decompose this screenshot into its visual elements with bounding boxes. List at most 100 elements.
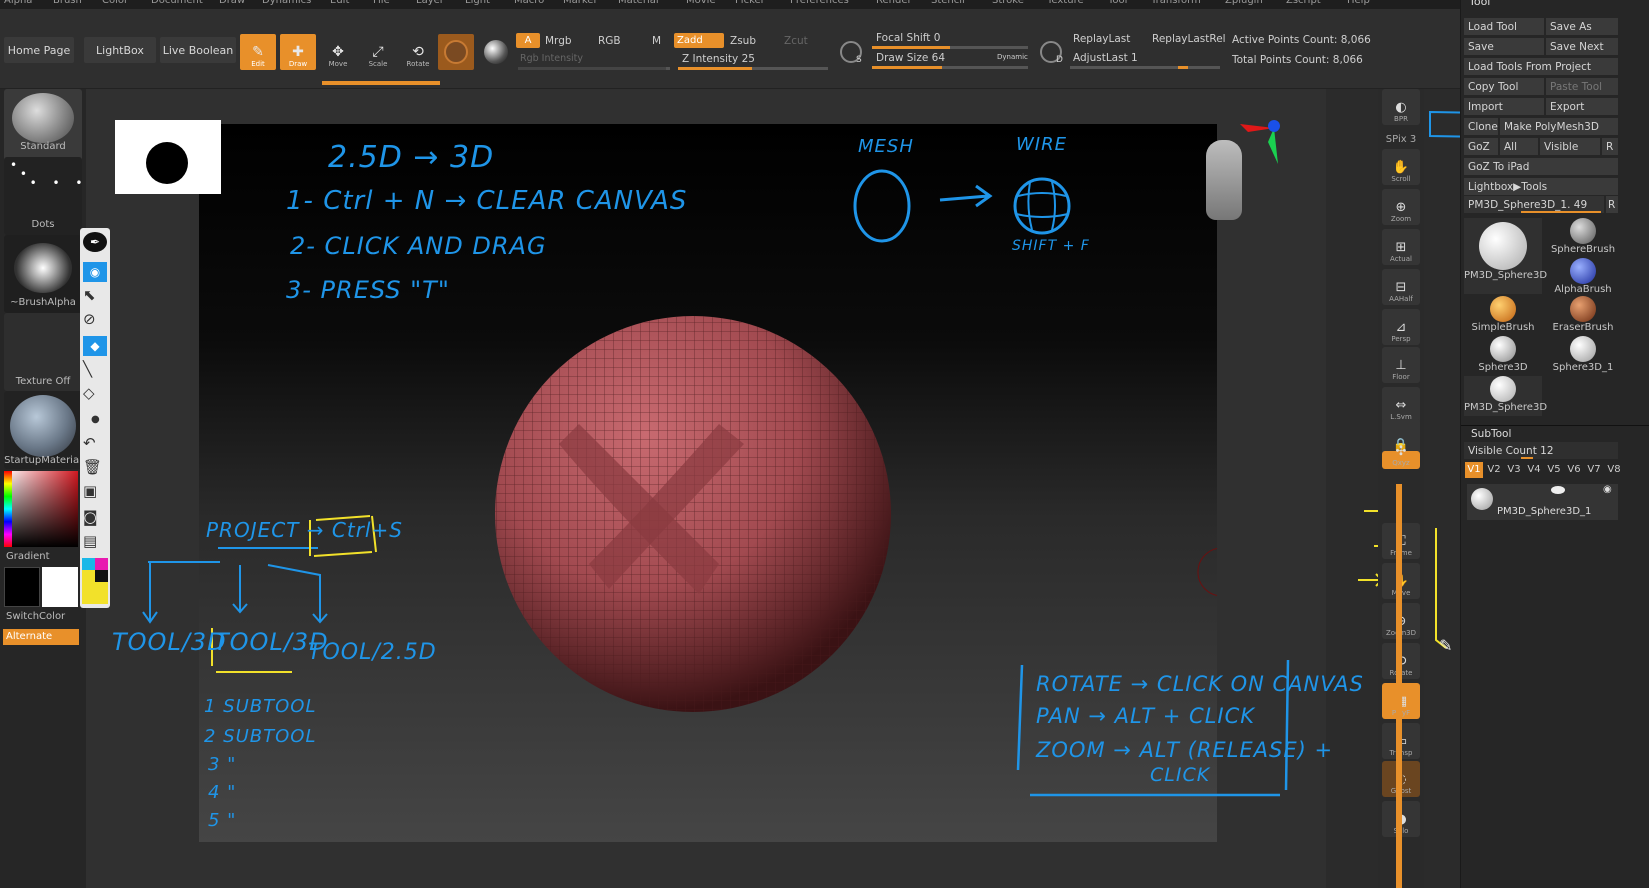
rgb-intensity-label[interactable]: Rgb Intensity xyxy=(520,53,583,64)
line-icon[interactable]: ╲ xyxy=(83,360,92,378)
pen-icon[interactable]: ✒ xyxy=(83,232,107,252)
zoom-button[interactable]: ⊕ Zoom xyxy=(1382,189,1420,225)
tool-tile-sphere3d[interactable]: Sphere3D xyxy=(1464,336,1542,376)
no-entry-icon[interactable]: ⊘ xyxy=(83,310,96,328)
focal-shift-label[interactable]: Focal Shift 0 xyxy=(876,32,940,44)
scale-tool-button[interactable]: ⤢ Scale xyxy=(360,34,396,70)
material-button[interactable] xyxy=(438,34,474,70)
clipboard-icon[interactable]: ▤ xyxy=(83,532,97,550)
dot-size-icon[interactable]: ● xyxy=(91,414,100,425)
mrgb-toggle[interactable]: Mrgb xyxy=(545,35,572,47)
goz-all-button[interactable]: All xyxy=(1500,138,1538,155)
subtool-tab-v8[interactable]: V8 xyxy=(1605,462,1623,478)
zcut-toggle[interactable]: Zcut xyxy=(784,35,808,47)
navigation-head-icon[interactable] xyxy=(1206,140,1242,220)
menu-movie[interactable]: Movie xyxy=(686,0,716,6)
a-toggle[interactable]: A xyxy=(516,33,540,48)
screen-icon[interactable]: ▣ xyxy=(83,482,97,500)
menu-document[interactable]: Document xyxy=(151,0,203,6)
zadd-toggle[interactable]: Zadd xyxy=(674,33,724,48)
tool-tile-spherebrush[interactable]: SphereBrush xyxy=(1544,218,1622,258)
menu-material[interactable]: Material xyxy=(618,0,659,6)
goz-visible-button[interactable]: Visible xyxy=(1540,138,1600,155)
undo-icon[interactable]: ↶ xyxy=(83,434,96,452)
persp-button[interactable]: ⊿ Persp xyxy=(1382,309,1420,345)
menu-zplugin[interactable]: Zplugin xyxy=(1225,0,1263,6)
scroll-button[interactable]: ✋ Scroll xyxy=(1382,149,1420,185)
adjust-last-slider[interactable] xyxy=(1070,66,1220,69)
swatch-magenta[interactable] xyxy=(95,558,108,570)
standard-brush-thumbnail[interactable] xyxy=(4,89,82,167)
load-tools-from-project-button[interactable]: Load Tools From Project xyxy=(1464,58,1618,75)
menu-marker[interactable]: Marker xyxy=(563,0,598,6)
subtool-tab-v6[interactable]: V6 xyxy=(1565,462,1583,478)
z-intensity-label[interactable]: Z Intensity 25 xyxy=(682,53,755,65)
tool-tile-pm3d-sphere3d[interactable]: PM3D_Sphere3D xyxy=(1464,218,1547,294)
sphere-mesh[interactable] xyxy=(495,316,891,712)
color-ball-button[interactable] xyxy=(478,34,514,70)
goz-to-ipad-button[interactable]: GoZ To iPad xyxy=(1464,158,1618,175)
swatch-black[interactable] xyxy=(95,570,108,582)
lightbox-tools-button[interactable]: Lightbox▶Tools xyxy=(1464,178,1618,195)
alternate-button[interactable]: Alternate xyxy=(3,629,79,645)
rotate-tool-button[interactable]: ⟲ Rotate xyxy=(400,34,436,70)
menu-stencil[interactable]: Stencil xyxy=(931,0,965,6)
l-sym-button[interactable]: ⇔ L.Sym xyxy=(1382,387,1420,423)
copy-tool-button[interactable]: Copy Tool xyxy=(1464,78,1544,95)
paste-tool-button[interactable]: Paste Tool xyxy=(1546,78,1618,95)
axis-gizmo-icon[interactable] xyxy=(1238,116,1288,166)
subtool-tab-v5[interactable]: V5 xyxy=(1545,462,1563,478)
rgb-intensity-slider[interactable] xyxy=(518,67,670,70)
home-page-button[interactable]: Home Page xyxy=(4,37,74,63)
adjust-last-label[interactable]: AdjustLast 1 xyxy=(1073,52,1138,64)
save-as-button[interactable]: Save As xyxy=(1546,18,1618,35)
floor-button[interactable]: ⊥ Floor xyxy=(1382,347,1420,383)
subtool-header[interactable]: SubTool xyxy=(1471,428,1511,440)
rgb-toggle[interactable]: RGB xyxy=(598,35,621,47)
tool-tile-sphere3d-1[interactable]: Sphere3D_1 xyxy=(1544,336,1622,376)
lightbox-button[interactable]: LightBox xyxy=(84,37,156,63)
hue-strip[interactable] xyxy=(4,471,12,547)
move-tool-button[interactable]: ✥ Move xyxy=(320,34,356,70)
menu-zscript[interactable]: Zscript xyxy=(1286,0,1321,6)
z-intensity-slider[interactable] xyxy=(678,67,828,70)
import-button[interactable]: Import xyxy=(1464,98,1544,115)
main-color-swatch[interactable] xyxy=(4,567,40,607)
menu-file[interactable]: File xyxy=(373,0,390,6)
subtool-scroll-bar[interactable] xyxy=(1396,484,1402,888)
make-polymesh3d-button[interactable]: Make PolyMesh3D xyxy=(1500,118,1618,135)
draw-tool-button[interactable]: ✚ Draw xyxy=(280,34,316,70)
goz-r-button[interactable]: R xyxy=(1602,138,1618,155)
menu-draw[interactable]: Draw xyxy=(219,0,245,6)
edit-tool-button[interactable]: ✎ Edit xyxy=(240,34,276,70)
switch-color-label[interactable]: SwitchColor xyxy=(0,611,86,622)
menu-texture[interactable]: Texture xyxy=(1047,0,1084,6)
current-pen-color[interactable] xyxy=(82,582,108,604)
replay-last-button[interactable]: ReplayLast xyxy=(1073,33,1130,45)
draw-size-label[interactable]: Draw Size 64 xyxy=(876,52,945,64)
load-tool-button[interactable]: Load Tool xyxy=(1464,18,1544,35)
export-button[interactable]: Export xyxy=(1546,98,1618,115)
menu-dynamics[interactable]: Dynamics xyxy=(262,0,311,6)
menu-tool[interactable]: Tool xyxy=(1108,0,1127,6)
live-boolean-button[interactable]: Live Boolean xyxy=(160,37,236,63)
save-button[interactable]: Save xyxy=(1464,38,1544,55)
select-arrow-icon[interactable]: ⬉ xyxy=(83,286,96,304)
camera-icon[interactable]: ◙ xyxy=(83,508,98,526)
menu-color[interactable]: Color xyxy=(102,0,128,6)
qxyz-button[interactable]: ✣ Qxyz xyxy=(1382,444,1420,469)
eye-icon[interactable]: ◉ xyxy=(83,262,107,282)
menu-transform[interactable]: Transform xyxy=(1151,0,1201,6)
subtool-tab-v7[interactable]: V7 xyxy=(1585,462,1603,478)
color-picker[interactable] xyxy=(4,471,78,547)
bpr-button[interactable]: ◐ BPR xyxy=(1382,89,1420,125)
swatch-cyan[interactable] xyxy=(82,558,95,570)
menu-alpha[interactable]: Alpha xyxy=(4,0,32,6)
menu-brush[interactable]: Brush xyxy=(53,0,82,6)
menu-picker[interactable]: Picker xyxy=(735,0,765,6)
subtool-eye-icon[interactable]: ◉ xyxy=(1603,484,1612,495)
subtool-tab-v3[interactable]: V3 xyxy=(1505,462,1523,478)
swatch-yellow[interactable] xyxy=(82,570,95,582)
goz-button[interactable]: GoZ xyxy=(1464,138,1498,155)
menu-light[interactable]: Light xyxy=(465,0,490,6)
